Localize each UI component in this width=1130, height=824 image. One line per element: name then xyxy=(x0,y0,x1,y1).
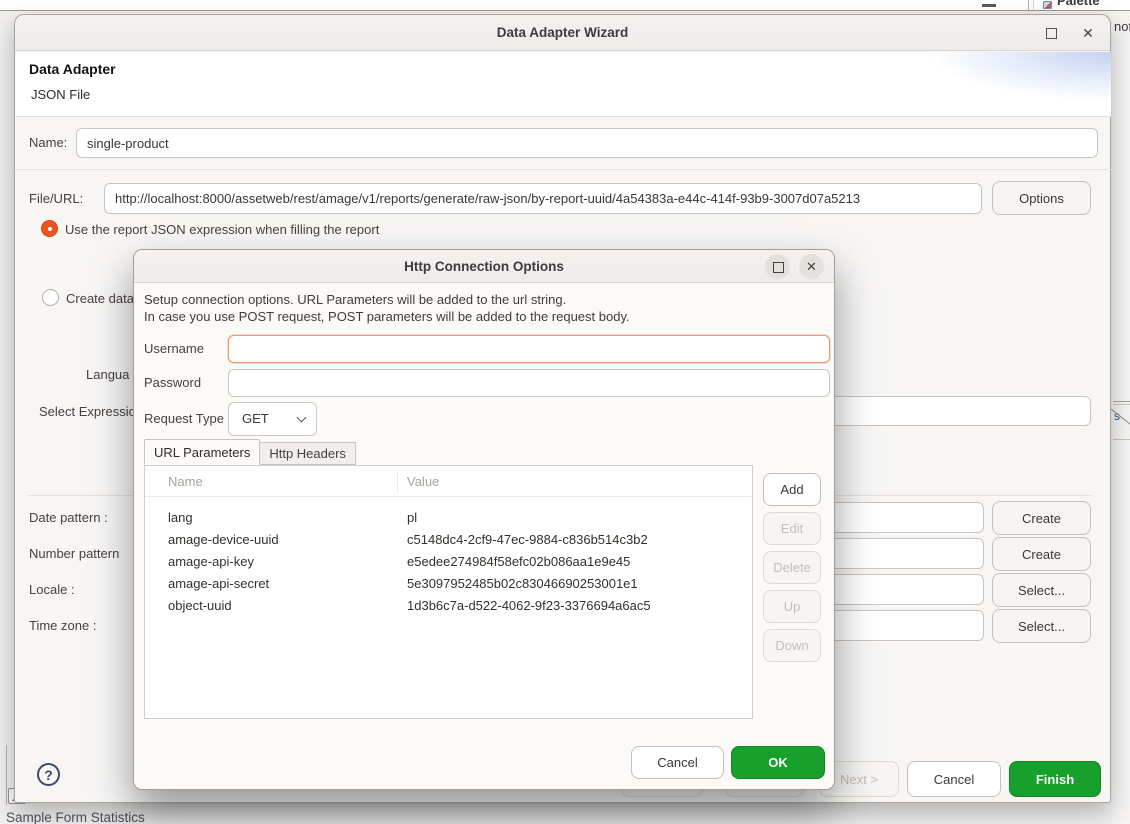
parameters-tabbar: URL Parameters Http Headers xyxy=(144,439,356,465)
options-button[interactable]: Options xyxy=(992,181,1091,215)
file-url-input[interactable] xyxy=(104,183,982,214)
language-label-fragment: Langua xyxy=(86,367,129,382)
request-type-label: Request Type xyxy=(144,402,224,436)
help-icon[interactable]: ? xyxy=(37,763,60,786)
description-line-2: In case you use POST request, POST param… xyxy=(144,309,630,326)
request-type-dropdown[interactable]: GET xyxy=(228,402,317,436)
statusbar-text-fragment: Sample Form Statistics xyxy=(6,810,145,824)
number-pattern-create-button[interactable]: Create xyxy=(992,537,1091,571)
username-input[interactable] xyxy=(228,335,830,363)
create-data-radio[interactable] xyxy=(42,289,59,306)
up-button[interactable]: Up xyxy=(763,590,821,623)
param-value: 5e3097952485b02c83046690253001e1 xyxy=(407,573,638,595)
timezone-label: Time zone : xyxy=(29,610,96,641)
page-subtitle: JSON File xyxy=(31,87,90,102)
http-connection-options-dialog: Http Connection Options ✕ Setup connecti… xyxy=(133,249,835,790)
date-pattern-label: Date pattern : xyxy=(29,502,108,533)
table-header: Name Value xyxy=(145,466,752,497)
param-value: 1d3b6c7a-d522-4062-9f23-3376694a6ac5 xyxy=(407,595,651,617)
select-expression-label-fragment: Select Expressio xyxy=(39,404,136,419)
dialog-cancel-button[interactable]: Cancel xyxy=(631,746,724,779)
maximize-icon[interactable] xyxy=(1046,28,1057,39)
close-icon[interactable]: ✕ xyxy=(799,254,824,279)
divider xyxy=(1113,401,1130,402)
divider xyxy=(1113,404,1130,405)
param-name: object-uuid xyxy=(168,595,232,617)
table-row[interactable]: object-uuid 1d3b6c7a-d522-4062-9f23-3376… xyxy=(145,595,752,617)
ok-button[interactable]: OK xyxy=(731,746,825,779)
request-type-value: GET xyxy=(242,403,269,435)
palette-note-label-fragment: not xyxy=(1114,19,1130,34)
finish-button[interactable]: Finish xyxy=(1009,761,1101,797)
dialog-description: Setup connection options. URL Parameters… xyxy=(144,292,630,325)
minimize-icon[interactable] xyxy=(982,4,996,7)
number-pattern-label-fragment: Number pattern xyxy=(29,538,119,569)
wizard-titlebar[interactable]: Data Adapter Wizard ✕ xyxy=(15,15,1110,51)
password-input[interactable] xyxy=(228,369,830,397)
wizard-header-banner: Data Adapter JSON File xyxy=(16,52,1111,117)
table-row[interactable]: amage-api-key e5edee274984f58efc02b086aa… xyxy=(145,551,752,573)
date-pattern-create-button[interactable]: Create xyxy=(992,501,1091,535)
dialog-title: Http Connection Options xyxy=(134,250,834,283)
wizard-cancel-button[interactable]: Cancel xyxy=(907,761,1001,797)
divider xyxy=(1028,0,1029,11)
locale-label: Locale : xyxy=(29,574,75,605)
dialog-titlebar[interactable]: Http Connection Options ✕ xyxy=(134,250,834,283)
param-value: e5edee274984f58efc02b086aa1e9e45 xyxy=(407,551,630,573)
file-url-label: File/URL: xyxy=(29,183,83,214)
divider xyxy=(15,169,1112,170)
divider xyxy=(1113,439,1130,440)
down-button[interactable]: Down xyxy=(763,629,821,662)
param-name: lang xyxy=(168,507,193,529)
banner-decoration xyxy=(811,52,1111,117)
use-report-json-expression-label[interactable]: Use the report JSON expression when fill… xyxy=(65,221,379,238)
param-name: amage-device-uuid xyxy=(168,529,279,551)
password-label: Password xyxy=(144,369,201,397)
edit-button[interactable]: Edit xyxy=(763,512,821,545)
description-line-1: Setup connection options. URL Parameters… xyxy=(144,292,630,309)
delete-button[interactable]: Delete xyxy=(763,551,821,584)
table-row[interactable]: amage-device-uuid c5148dc4-2cf9-47ec-988… xyxy=(145,529,752,551)
table-row[interactable]: amage-api-secret 5e3097952485b02c8304669… xyxy=(145,573,752,595)
name-input[interactable] xyxy=(76,128,1098,158)
username-label: Username xyxy=(144,335,204,363)
locale-select-button[interactable]: Select... xyxy=(992,573,1091,607)
use-report-json-expression-radio[interactable] xyxy=(41,220,58,237)
close-icon[interactable]: ✕ xyxy=(1078,23,1098,43)
timezone-select-button[interactable]: Select... xyxy=(992,609,1091,643)
add-button[interactable]: Add xyxy=(763,473,821,506)
chevron-down-icon xyxy=(297,413,307,423)
column-divider xyxy=(397,471,398,493)
divider xyxy=(1033,0,1034,11)
page-title: Data Adapter xyxy=(29,61,116,77)
url-parameters-table: Name Value lang pl amage-device-uuid c51… xyxy=(144,465,753,719)
table-row[interactable]: lang pl xyxy=(145,507,752,529)
param-name: amage-api-key xyxy=(168,551,254,573)
tab-http-headers[interactable]: Http Headers xyxy=(260,442,356,465)
param-name: amage-api-secret xyxy=(168,573,269,595)
create-data-label[interactable]: Create data xyxy=(66,290,134,307)
wizard-title: Data Adapter Wizard xyxy=(15,15,1110,51)
param-value: c5148dc4-2cf9-47ec-9884-c836b514c3b2 xyxy=(407,529,648,551)
background-window-edge xyxy=(6,745,7,805)
column-header-value[interactable]: Value xyxy=(407,466,439,497)
name-label: Name: xyxy=(29,128,67,158)
palette-icon xyxy=(1043,1,1052,9)
maximize-icon[interactable] xyxy=(765,254,790,279)
background-window-top-strip: Palette xyxy=(0,0,1130,11)
palette-view-label: Palette xyxy=(1057,0,1100,8)
param-value: pl xyxy=(407,507,417,529)
tab-url-parameters[interactable]: URL Parameters xyxy=(144,439,260,465)
column-header-name[interactable]: Name xyxy=(168,466,203,497)
